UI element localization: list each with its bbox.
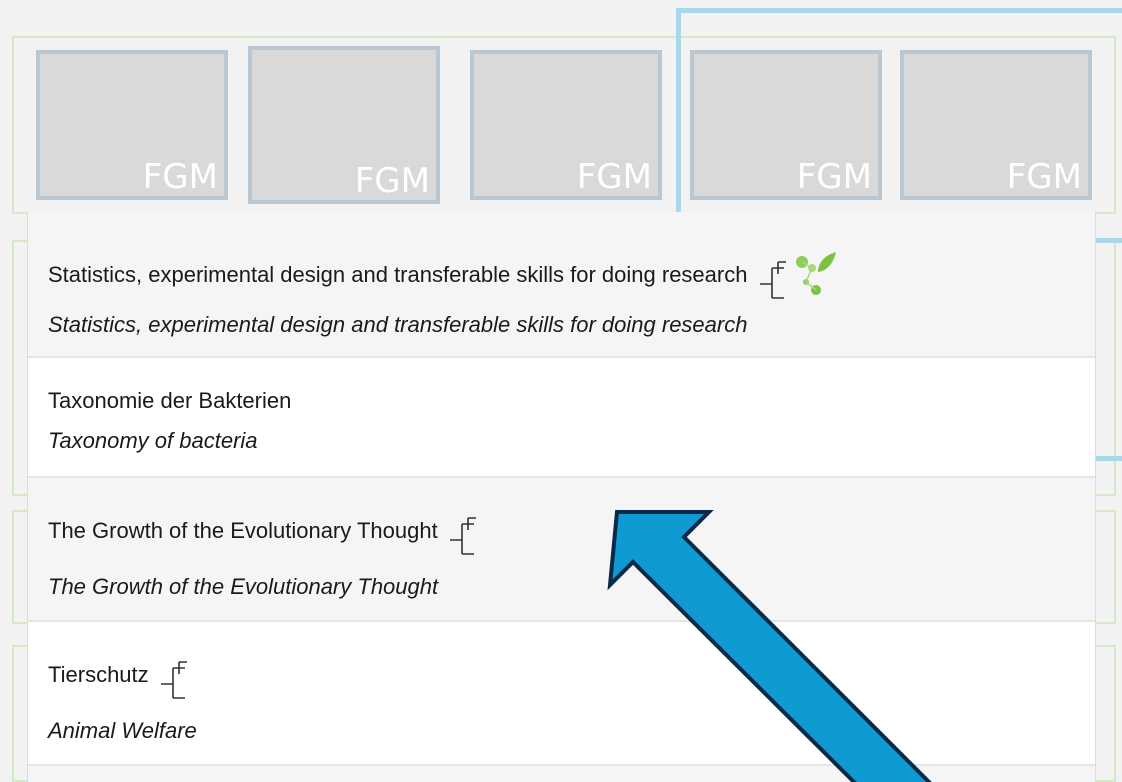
course-list-item[interactable]: Taxonomie der Bakterien Taxonomy of bact…	[28, 358, 1095, 478]
course-title-row: Tierschutz	[48, 648, 193, 704]
tile-label: FGM	[1006, 157, 1082, 197]
course-subtitle: Taxonomy of bacteria	[48, 428, 258, 453]
fgm-tile[interactable]: FGM	[690, 50, 882, 200]
tile-label: FGM	[576, 157, 652, 197]
leaf-molecule-icon	[795, 252, 836, 295]
course-title: Taxonomie der Bakterien	[48, 388, 292, 413]
tree-diagram-icon	[759, 261, 786, 299]
course-list-item[interactable]	[28, 766, 1095, 782]
course-subtitle: Statistics, experimental design and tran…	[48, 312, 748, 337]
course-subtitle: Animal Welfare	[48, 718, 197, 743]
tile-label: FGM	[796, 157, 872, 197]
course-list-item[interactable]: Statistics, experimental design and tran…	[28, 212, 1095, 358]
tree-diagram-icon	[160, 661, 187, 699]
fgm-tile[interactable]: FGM	[470, 50, 662, 200]
connector-line-horizontal	[676, 8, 1122, 13]
course-title: The Growth of the Evolutionary Thought	[48, 517, 438, 543]
connector-line-stub-top	[1096, 238, 1122, 243]
tile-label: FGM	[142, 157, 218, 197]
course-subtitle: The Growth of the Evolutionary Thought	[48, 574, 439, 599]
tree-diagram-icon	[449, 517, 476, 555]
course-list-item[interactable]: Tierschutz Animal Welfare	[28, 622, 1095, 766]
tile-label: FGM	[354, 161, 430, 201]
fgm-tile[interactable]: FGM	[36, 50, 228, 200]
connector-line-stub-bottom	[1096, 456, 1122, 461]
course-title-row: Statistics, experimental design and tran…	[48, 248, 838, 304]
fgm-tile[interactable]: FGM	[900, 50, 1092, 200]
course-dropdown-list[interactable]: Statistics, experimental design and tran…	[27, 212, 1096, 782]
course-title-row: The Growth of the Evolutionary Thought	[48, 504, 482, 560]
course-title: Statistics, experimental design and tran…	[48, 261, 748, 287]
fgm-tile[interactable]: FGM	[248, 46, 440, 204]
connector-line-vertical	[676, 8, 681, 212]
course-title: Tierschutz	[48, 661, 149, 687]
course-list-item[interactable]: The Growth of the Evolutionary Thought T…	[28, 478, 1095, 622]
